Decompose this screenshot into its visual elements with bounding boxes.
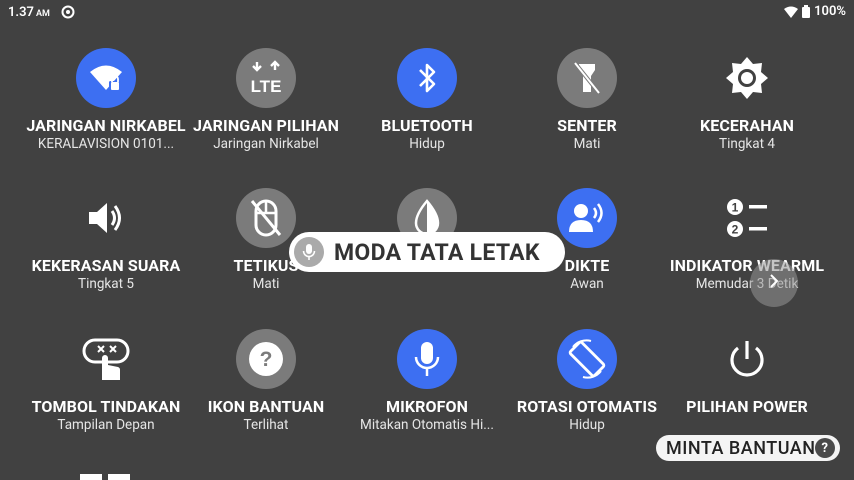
mouse-off-icon — [236, 188, 296, 248]
tile-microphone[interactable]: MIKROFON Mitakan Otomatis Hi... — [347, 329, 507, 435]
tile-status: Awan — [570, 276, 604, 292]
wifi-lock-icon — [76, 48, 136, 108]
tile-status: KERALAVISION 0101... — [37, 136, 175, 152]
power-icon — [717, 329, 777, 389]
page-navigation-button[interactable] — [750, 259, 798, 307]
tile-auto-rotate[interactable]: ROTASI OTOMATIS Hidup — [507, 329, 667, 435]
lte-icon: LTE — [236, 48, 296, 108]
tile-status: Tingkat 4 — [719, 136, 775, 152]
tile-label: JARINGAN PILIHAN — [192, 116, 340, 135]
tile-status: Mati — [573, 136, 601, 152]
bluetooth-icon — [397, 48, 457, 108]
battery-level: 100% — [814, 4, 846, 19]
clock: 1.37 AM — [8, 5, 50, 20]
tile-label: PILIHAN POWER — [686, 397, 808, 416]
next-row-icon-partial — [80, 474, 102, 480]
tile-volume[interactable]: KEKERASAN SUARA Tingkat 5 — [26, 188, 186, 294]
tile-status: Hidup — [569, 417, 605, 433]
tile-label: JARINGAN NIRKABEL — [26, 116, 186, 135]
numbered-list-icon: 1 2 — [717, 188, 777, 248]
tile-status: Jaringan Nirkabel — [213, 136, 319, 152]
tile-preferred-network[interactable]: LTE JARINGAN PILIHAN Jaringan Nirkabel — [186, 48, 346, 154]
tile-status: Mitakan Otomatis Hi... — [360, 417, 494, 433]
microphone-icon — [294, 237, 324, 267]
status-bar: 1.37 AM 100% — [0, 0, 854, 24]
tile-status: Tampilan Depan — [57, 417, 155, 433]
tile-action-button[interactable]: TOMBOL TINDAKAN Tampilan Depan — [26, 329, 186, 435]
settings-status-icon — [61, 5, 75, 19]
layout-mode-banner: MODA TATA LETAK — [289, 232, 565, 272]
svg-text:LTE: LTE — [251, 77, 282, 96]
question-icon: ? — [815, 438, 835, 458]
tile-help-icon[interactable]: ? IKON BANTUAN Terlihat — [186, 329, 346, 435]
tile-label: SENTER — [557, 116, 617, 135]
tile-label: IKON BANTUAN — [207, 397, 325, 416]
banner-text: MODA TATA LETAK — [334, 238, 540, 266]
volume-icon — [76, 188, 136, 248]
tile-wearml-indicator[interactable]: 1 2 INDIKATOR WEARML Memudar 3 Detik — [667, 188, 827, 294]
svg-text:?: ? — [260, 348, 273, 371]
svg-text:1: 1 — [732, 201, 739, 215]
tile-bluetooth[interactable]: BLUETOOTH Hidup — [347, 48, 507, 154]
tile-label: BLUETOOTH — [381, 116, 473, 135]
tile-label: INDIKATOR WEARML — [669, 256, 825, 275]
chevron-right-icon — [769, 274, 779, 292]
tile-brightness[interactable]: KECERAHAN Tingkat 4 — [667, 48, 827, 154]
tile-status: Hidup — [409, 136, 445, 152]
tile-power-options[interactable]: PILIHAN POWER — [667, 329, 827, 416]
tile-label: KEKERASAN SUARA — [31, 256, 181, 275]
tile-label: KECERAHAN — [699, 116, 795, 135]
next-row-icon-partial — [108, 474, 130, 480]
auto-rotate-icon — [557, 329, 617, 389]
tile-label: MIKROFON — [385, 397, 469, 416]
svg-text:2: 2 — [732, 223, 739, 237]
tile-label: ROTASI OTOMATIS — [516, 397, 658, 416]
ask-help-button[interactable]: MINTA BANTUAN ? — [656, 435, 840, 461]
microphone-icon — [397, 329, 457, 389]
flashlight-off-icon — [557, 48, 617, 108]
wifi-status-icon — [784, 6, 799, 18]
help-icon: ? — [236, 329, 296, 389]
tile-status: Tingkat 5 — [78, 276, 134, 292]
status-right: 100% — [784, 4, 846, 19]
dictation-icon — [557, 188, 617, 248]
tile-status: Memudar 3 Detik — [695, 276, 799, 292]
action-button-icon — [76, 329, 136, 389]
brightness-icon — [717, 48, 777, 108]
tile-flashlight[interactable]: SENTER Mati — [507, 48, 667, 154]
help-label: MINTA BANTUAN — [666, 437, 816, 459]
tile-status: Mati — [252, 276, 280, 292]
battery-icon — [802, 5, 811, 18]
tile-status: Terlihat — [243, 417, 289, 433]
tile-label: TOMBOL TINDAKAN — [31, 397, 181, 416]
tile-wifi[interactable]: JARINGAN NIRKABEL KERALAVISION 0101... — [26, 48, 186, 154]
